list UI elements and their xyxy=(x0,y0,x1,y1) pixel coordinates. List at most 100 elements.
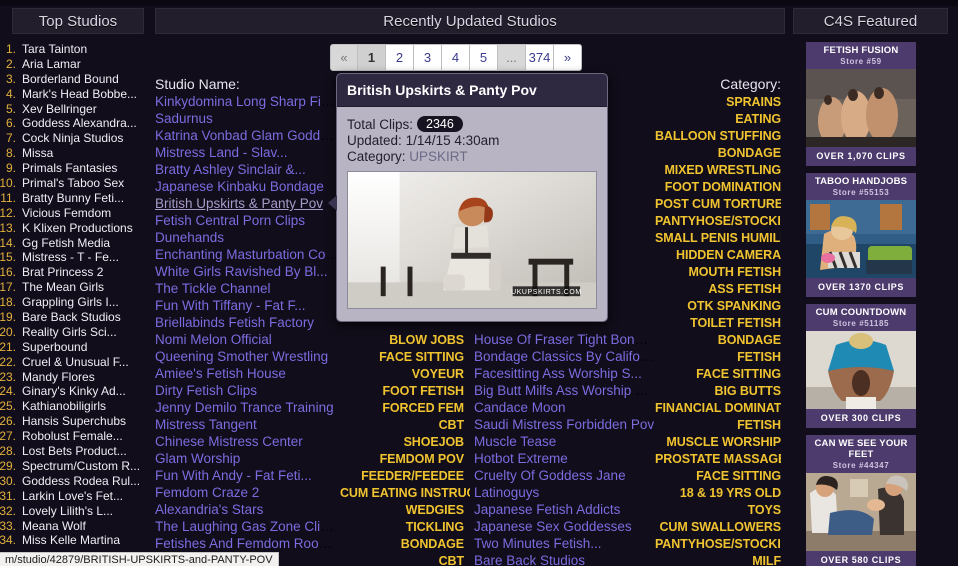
top-studio-name[interactable]: Tara Tainton xyxy=(22,42,87,57)
studio-name-cell[interactable]: Fun With Andy - Fat Feti... xyxy=(155,467,340,484)
studio-name-cell[interactable]: Alexandria's Stars xyxy=(155,501,340,518)
studio-name-cell-2[interactable]: House Of Fraser Tight Bondage.. xyxy=(470,331,655,348)
studio-name-link[interactable]: Mistress Tangent xyxy=(155,417,257,432)
top-studio-name[interactable]: Borderland Bound xyxy=(22,72,119,87)
studio-name-cell-2[interactable]: Japanese Fetish Addicts xyxy=(470,501,655,518)
studio-name-link[interactable]: Dirty Fetish Clips xyxy=(155,383,257,398)
studio-name-cell[interactable]: Amiee's Fetish House xyxy=(155,365,340,382)
top-studio-name[interactable]: Missa xyxy=(22,146,53,161)
studio-name-cell[interactable]: Glam Worship xyxy=(155,450,340,467)
studio-name-link-2[interactable]: Muscle Tease xyxy=(474,434,556,449)
studio-name-cell[interactable]: Jenny Demilo Trance Training xyxy=(155,399,340,416)
top-studio-name[interactable]: Lost Bets Product... xyxy=(22,444,127,459)
featured-store-card[interactable]: FETISH FUSION Store #59 OVER 1,070 CLIPS xyxy=(806,42,916,166)
top-studio-item[interactable]: 17. The Mean Girls xyxy=(0,280,150,295)
top-studio-name[interactable]: Grappling Girls I... xyxy=(22,295,119,310)
studio-name-cell[interactable]: Briellabinds Fetish Factory xyxy=(155,314,340,331)
top-studio-item[interactable]: 29. Spectrum/Custom R... xyxy=(0,459,150,474)
studio-name-link[interactable]: Alexandria's Stars xyxy=(155,502,263,517)
top-studio-name[interactable]: Bratty Bunny Feti... xyxy=(22,191,124,206)
studio-name-link-2[interactable]: Saudi Mistress Forbidden Pov xyxy=(474,417,654,432)
studio-name-cell[interactable]: Mistress Land - Slav... xyxy=(155,144,340,161)
studio-name-link[interactable]: The Laughing Gas Zone Clip Store xyxy=(155,519,340,534)
pagination-page-5[interactable]: 5 xyxy=(470,44,498,71)
studio-name-cell-2[interactable]: Bondage Classics By California ... xyxy=(470,348,655,365)
studio-name-link[interactable]: Fun With Tiffany - Fat F... xyxy=(155,298,306,313)
studio-name-cell[interactable]: Femdom Craze 2 xyxy=(155,484,340,501)
featured-store-card[interactable]: CAN WE SEE YOUR FEET Store #44347 OVER 580… xyxy=(806,435,916,566)
studio-name-link[interactable]: Glam Worship xyxy=(155,451,240,466)
studio-name-cell[interactable]: The Laughing Gas Zone Clip Store xyxy=(155,518,340,535)
studio-name-link[interactable]: Sadurnus xyxy=(155,111,213,126)
studio-name-link[interactable]: White Girls Ravished By Bl... xyxy=(155,264,328,279)
top-studio-name[interactable]: Ginary's Kinky Ad... xyxy=(22,384,126,399)
top-studio-name[interactable]: Larkin Love's Fet... xyxy=(22,489,123,504)
top-studio-name[interactable]: Meana Wolf xyxy=(22,519,86,534)
studio-name-cell-2[interactable]: Latinoguys xyxy=(470,484,655,501)
studio-name-cell[interactable]: Mistress Tangent xyxy=(155,416,340,433)
studio-name-cell[interactable]: The Tickle Channel xyxy=(155,280,340,297)
studio-name-cell-2[interactable]: Saudi Mistress Forbidden Pov xyxy=(470,416,655,433)
top-studio-item[interactable]: 30. Goddess Rodea Rul... xyxy=(0,474,150,489)
pagination-prev-button[interactable]: « xyxy=(330,44,358,71)
top-studio-item[interactable]: 32. Lovely Lilith's L... xyxy=(0,504,150,519)
studio-name-cell[interactable]: Dunehands xyxy=(155,229,340,246)
studio-name-cell-2[interactable]: Big Butt Milfs Ass Worship G... xyxy=(470,382,655,399)
top-studio-name[interactable]: Primals Fantasies xyxy=(22,161,117,176)
studio-name-cell[interactable]: Dirty Fetish Clips xyxy=(155,382,340,399)
top-studio-name[interactable]: Miss Kelle Martina xyxy=(22,533,120,548)
top-studio-name[interactable]: The Mean Girls xyxy=(22,280,104,295)
studio-name-link-2[interactable]: Cruelty Of Goddess Jane xyxy=(474,468,626,483)
studio-name-link[interactable]: Briellabinds Fetish Factory xyxy=(155,315,314,330)
studio-name-link[interactable]: Fetish Central Porn Clips xyxy=(155,213,305,228)
pagination-page-4[interactable]: 4 xyxy=(442,44,470,71)
top-studio-name[interactable]: Cruel & Unusual F... xyxy=(22,355,129,370)
studio-name-cell[interactable]: Queening Smother Wrestling xyxy=(155,348,340,365)
studio-name-link[interactable]: Mistress Land - Slav... xyxy=(155,145,288,160)
top-studio-item[interactable]: 11. Bratty Bunny Feti... xyxy=(0,191,150,206)
studio-name-link-2[interactable]: Japanese Fetish Addicts xyxy=(474,502,620,517)
top-studio-item[interactable]: 9. Primals Fantasies xyxy=(0,161,150,176)
top-studio-name[interactable]: Reality Girls Sci... xyxy=(22,325,117,340)
studio-name-cell[interactable]: White Girls Ravished By Bl... xyxy=(155,263,340,280)
studio-name-link-2[interactable]: Big Butt Milfs Ass Worship G... xyxy=(474,383,655,398)
top-studio-item[interactable]: 31. Larkin Love's Fet... xyxy=(0,489,150,504)
top-studio-item[interactable]: 8. Missa xyxy=(0,146,150,161)
pagination-next-button[interactable]: » xyxy=(554,44,582,71)
top-studio-item[interactable]: 26. Hansis Superchubs xyxy=(0,414,150,429)
pagination-page-last[interactable]: 374 xyxy=(526,44,554,71)
top-studio-item[interactable]: 19. Bare Back Studios xyxy=(0,310,150,325)
studio-name-cell[interactable]: Chinese Mistress Center xyxy=(155,433,340,450)
studio-name-link[interactable]: Japanese Kinbaku Bondage xyxy=(155,179,324,194)
top-studio-name[interactable]: K Klixen Productions xyxy=(22,221,133,236)
top-studio-item[interactable]: 7. Cock Ninja Studios xyxy=(0,131,150,146)
top-studio-item[interactable]: 34. Miss Kelle Martina xyxy=(0,533,150,548)
studio-name-link[interactable]: Fun With Andy - Fat Feti... xyxy=(155,468,312,483)
top-studio-name[interactable]: Superbound xyxy=(22,340,87,355)
featured-store-card[interactable]: TABOO HANDJOBS Store #55153 OVER 1370 CLIP… xyxy=(806,173,916,297)
studio-name-link-2[interactable]: Two Minutes Fetish... xyxy=(474,536,602,551)
studio-name-cell[interactable]: Enchanting Masturbation Contr xyxy=(155,246,340,263)
top-studio-name[interactable]: Hansis Superchubs xyxy=(22,414,126,429)
studio-name-cell[interactable]: Nomi Melon Official xyxy=(155,331,340,348)
pagination-page-3[interactable]: 3 xyxy=(414,44,442,71)
top-studio-item[interactable]: 22. Cruel & Unusual F... xyxy=(0,355,150,370)
top-studio-name[interactable]: Cock Ninja Studios xyxy=(22,131,123,146)
studio-name-cell-2[interactable]: Japanese Sex Goddesses xyxy=(470,518,655,535)
top-studio-name[interactable]: Vicious Femdom xyxy=(22,206,111,221)
studio-name-link[interactable]: Dunehands xyxy=(155,230,224,245)
top-studio-item[interactable]: 23. Mandy Flores xyxy=(0,370,150,385)
studio-name-link-2[interactable]: Bare Back Studios xyxy=(474,553,585,566)
studio-name-link-2[interactable]: Candace Moon xyxy=(474,400,566,415)
top-studio-item[interactable]: 15. Mistress - T - Fe... xyxy=(0,250,150,265)
studio-name-cell[interactable]: Fetish Central Porn Clips xyxy=(155,212,340,229)
studio-name-link[interactable]: Kinkydomina Long Sharp Finge... xyxy=(155,94,340,109)
top-studio-name[interactable]: Robolust Female... xyxy=(22,429,123,444)
studio-name-link-2[interactable]: Latinoguys xyxy=(474,485,539,500)
studio-name-link[interactable]: Bratty Ashley Sinclair &... xyxy=(155,162,306,177)
top-studio-item[interactable]: 18. Grappling Girls I... xyxy=(0,295,150,310)
studio-name-cell[interactable]: Sadurnus xyxy=(155,110,340,127)
top-studio-name[interactable]: Mark's Head Bobbe... xyxy=(22,87,137,102)
studio-name-link[interactable]: Fetishes And Femdom Room Japan xyxy=(155,536,340,551)
top-studio-item[interactable]: 4. Mark's Head Bobbe... xyxy=(0,87,150,102)
